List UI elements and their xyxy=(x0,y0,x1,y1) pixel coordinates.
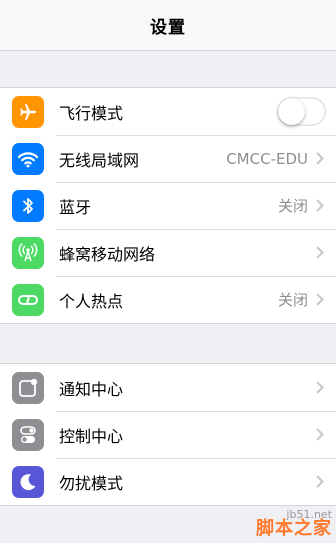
setting-label: 个人热点 xyxy=(59,291,124,311)
airplane-mode-toggle[interactable] xyxy=(277,97,326,126)
setting-label: 勿扰模式 xyxy=(59,473,124,493)
moon-icon xyxy=(12,465,44,498)
setting-row-personal-hotspot[interactable]: 个人热点 关闭 xyxy=(0,276,336,323)
chevron-right-icon xyxy=(316,475,326,488)
page-title: 设置 xyxy=(150,17,186,38)
setting-value: 关闭 xyxy=(277,197,308,215)
notification-center-icon xyxy=(12,371,44,404)
setting-label: 控制中心 xyxy=(59,426,124,446)
setting-row-bluetooth[interactable]: 蓝牙 关闭 xyxy=(0,182,336,229)
setting-value: CMCC-EDU xyxy=(226,149,308,168)
setting-label: 无线局域网 xyxy=(59,150,140,170)
chevron-right-icon xyxy=(316,152,326,165)
toggle-knob xyxy=(278,98,305,125)
setting-label: 飞行模式 xyxy=(59,103,124,123)
setting-value: 关闭 xyxy=(277,291,308,309)
navigation-bar: 设置 xyxy=(0,0,336,51)
setting-row-do-not-disturb[interactable]: 勿扰模式 xyxy=(0,458,336,505)
setting-row-wlan[interactable]: 无线局域网 CMCC-EDU xyxy=(0,135,336,182)
bluetooth-icon xyxy=(12,189,44,222)
airplane-icon xyxy=(12,95,44,128)
setting-label: 蓝牙 xyxy=(59,197,92,217)
setting-label: 通知中心 xyxy=(59,379,124,399)
cellular-antenna-icon xyxy=(12,236,44,269)
chevron-right-icon xyxy=(316,293,326,306)
chevron-right-icon xyxy=(316,381,326,394)
settings-group-connectivity: 飞行模式 无线局域网 CMCC-EDU 蓝牙 关闭 蜂窝移动网络 个人热点 关闭 xyxy=(0,87,336,324)
chevron-right-icon xyxy=(316,428,326,441)
watermark-brand: 脚本之家 xyxy=(256,518,332,540)
setting-row-control-center[interactable]: 控制中心 xyxy=(0,411,336,458)
chevron-right-icon xyxy=(316,246,326,259)
chevron-right-icon xyxy=(316,199,326,212)
hotspot-icon xyxy=(12,283,44,316)
wifi-icon xyxy=(12,142,44,175)
setting-row-cellular[interactable]: 蜂窝移动网络 xyxy=(0,229,336,276)
setting-row-airplane-mode[interactable]: 飞行模式 xyxy=(0,88,336,135)
settings-group-system: 通知中心 控制中心 勿扰模式 xyxy=(0,363,336,506)
control-center-icon xyxy=(12,418,44,451)
watermark: jb51.net 脚本之家 xyxy=(256,509,332,539)
setting-row-notification-center[interactable]: 通知中心 xyxy=(0,364,336,411)
setting-label: 蜂窝移动网络 xyxy=(59,244,156,264)
